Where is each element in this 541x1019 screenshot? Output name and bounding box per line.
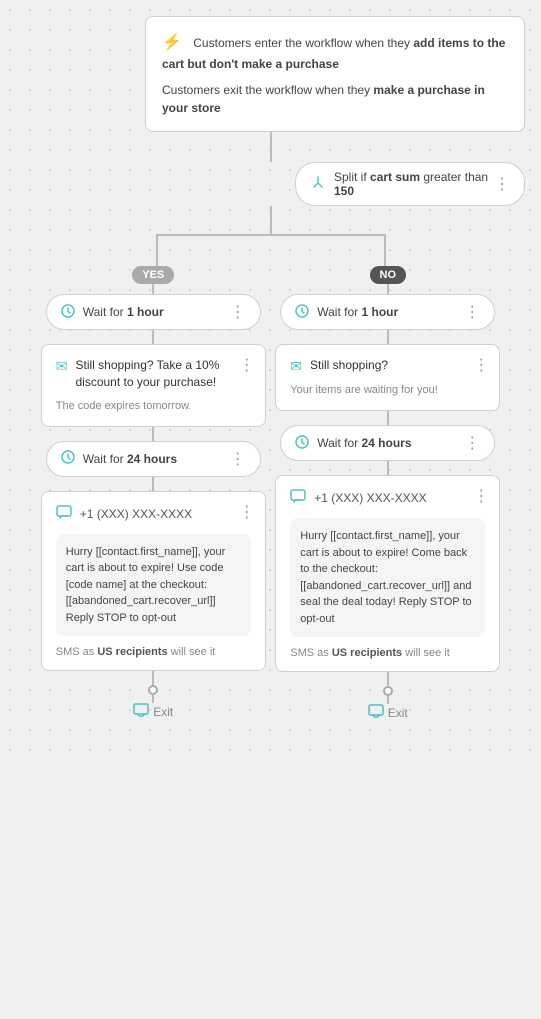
yes-label: YES <box>132 266 174 284</box>
no-wait1-node[interactable]: Wait for 1 hour ⋮ <box>280 294 495 330</box>
yes-exit-label: Exit <box>153 705 173 719</box>
yes-email-body: The code expires tomorrow. <box>56 399 251 414</box>
yes-wait1-more[interactable]: ⋮ <box>230 302 246 322</box>
no-sms-more[interactable]: ⋮ <box>473 486 489 506</box>
yes-branch: YES Wait for 1 hour ⋮ ⋮ ✉ Still shopping… <box>36 266 271 720</box>
no-exit-icon <box>368 704 384 721</box>
lightning-icon: ⚡ <box>162 34 182 51</box>
email-icon-no: ✉ <box>290 358 302 375</box>
sms-icon-no <box>290 488 306 508</box>
no-email-title: Still shopping? <box>310 357 485 374</box>
no-email-more[interactable]: ⋮ <box>473 355 489 375</box>
no-email-body: Your items are waiting for you! <box>290 383 485 398</box>
clock-icon-yes2 <box>61 450 75 467</box>
yes-wait2-more[interactable]: ⋮ <box>230 449 246 469</box>
no-exit-node: Exit <box>368 686 408 721</box>
no-sms-number: +1 (XXX) XXX-XXXX <box>314 491 485 505</box>
no-label: NO <box>370 266 407 284</box>
no-sms-card[interactable]: ⋮ +1 (XXX) XXX-XXXX Hurry [[contact.firs… <box>275 475 500 672</box>
yes-wait1-node[interactable]: Wait for 1 hour ⋮ <box>46 294 261 330</box>
yes-wait1-label: Wait for 1 hour <box>83 305 230 319</box>
clock-icon-no1 <box>295 304 309 321</box>
yes-sms-message: Hurry [[contact.first_name]], your cart … <box>56 534 251 637</box>
no-branch: NO Wait for 1 hour ⋮ ⋮ ✉ Still shopping?… <box>271 266 506 721</box>
trigger-box: ⚡ Customers enter the workflow when they… <box>16 16 525 132</box>
yes-exit-dot <box>148 685 158 695</box>
yes-sms-number: +1 (XXX) XXX-XXXX <box>80 507 251 521</box>
yes-sms-card[interactable]: ⋮ +1 (XXX) XXX-XXXX Hurry [[contact.firs… <box>41 491 266 672</box>
no-wait1-label: Wait for 1 hour <box>317 305 464 319</box>
email-icon-yes: ✉ <box>56 358 68 375</box>
no-wait2-node[interactable]: Wait for 24 hours ⋮ <box>280 425 495 461</box>
yes-email-more[interactable]: ⋮ <box>239 355 255 375</box>
yes-email-card[interactable]: ⋮ ✉ Still shopping? Take a 10% discount … <box>41 344 266 427</box>
no-wait1-more[interactable]: ⋮ <box>464 302 480 322</box>
split-more-icon[interactable]: ⋮ <box>494 174 510 194</box>
split-label: Split if cart sum greater than 150 <box>334 170 494 198</box>
yes-wait2-node[interactable]: Wait for 24 hours ⋮ <box>46 441 261 477</box>
clock-icon-no2 <box>295 435 309 452</box>
yes-sms-more[interactable]: ⋮ <box>239 502 255 522</box>
yes-wait2-label: Wait for 24 hours <box>83 452 230 466</box>
yes-email-title: Still shopping? Take a 10% discount to y… <box>75 357 250 391</box>
yes-sms-footer: SMS as US recipients will see it <box>56 646 251 658</box>
no-email-card[interactable]: ⋮ ✉ Still shopping? Your items are waiti… <box>275 344 500 411</box>
no-wait2-more[interactable]: ⋮ <box>464 433 480 453</box>
yes-exit-node: Exit <box>133 685 173 720</box>
no-wait2-label: Wait for 24 hours <box>317 436 464 450</box>
split-node[interactable]: Split if cart sum greater than 150 ⋮ <box>295 162 525 206</box>
clock-icon-yes1 <box>61 304 75 321</box>
no-sms-footer: SMS as US recipients will see it <box>290 647 485 659</box>
sms-icon-yes <box>56 504 72 524</box>
no-exit-label: Exit <box>388 706 408 720</box>
no-exit-dot <box>383 686 393 696</box>
yes-exit-icon <box>133 703 149 720</box>
no-sms-message: Hurry [[contact.first_name]], your cart … <box>290 518 485 637</box>
split-icon <box>310 175 326 194</box>
